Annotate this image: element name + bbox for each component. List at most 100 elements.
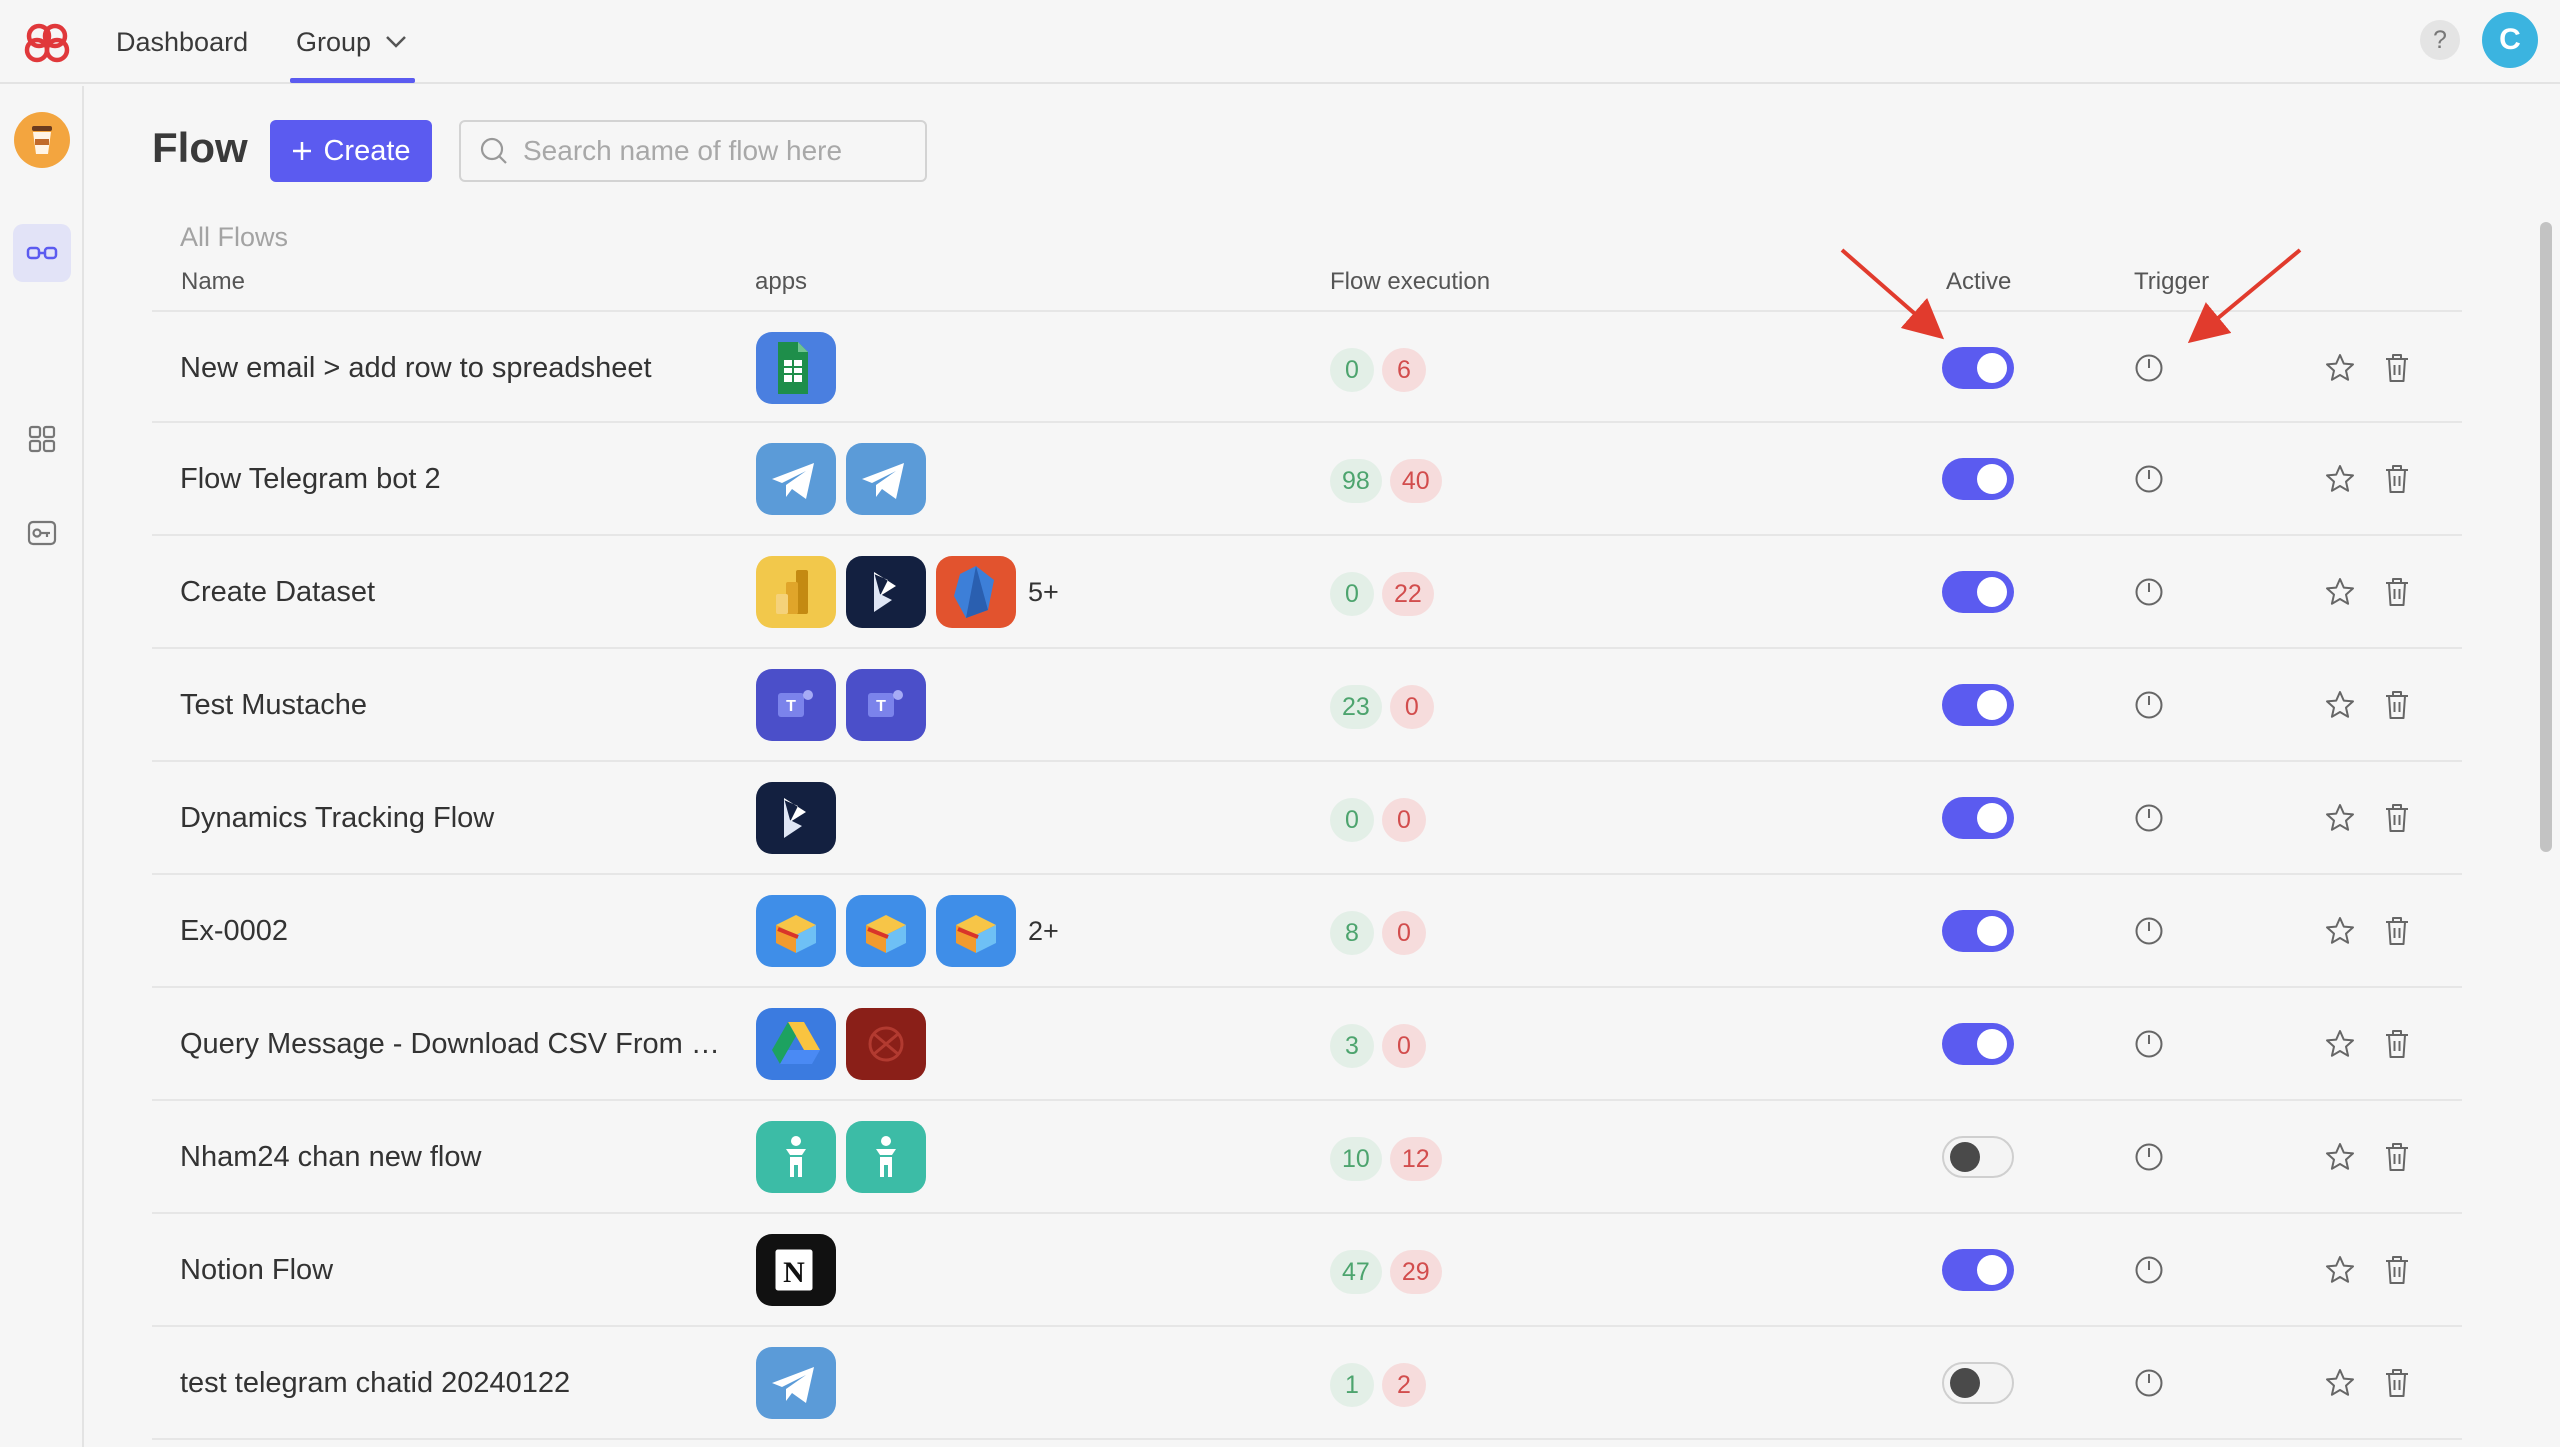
- star-icon[interactable]: [2324, 352, 2356, 384]
- toggle-knob: [1977, 803, 2007, 833]
- flow-name[interactable]: Create Dataset: [180, 536, 720, 649]
- workspace-avatar[interactable]: [14, 112, 70, 168]
- trash-icon[interactable]: [2382, 1028, 2412, 1060]
- help-button[interactable]: ?: [2420, 20, 2460, 60]
- nham24-icon: [846, 1121, 926, 1193]
- toggle-knob: [1977, 690, 2007, 720]
- flow-apps: 5+: [756, 556, 1059, 628]
- flow-execution: 98 40: [1330, 459, 1442, 503]
- active-toggle[interactable]: [1942, 1249, 2014, 1291]
- active-toggle[interactable]: [1942, 571, 2014, 613]
- nav-dashboard[interactable]: Dashboard: [116, 22, 248, 62]
- flow-apps: [756, 1121, 926, 1193]
- flow-execution: 47 29: [1330, 1250, 1442, 1294]
- trash-icon[interactable]: [2382, 352, 2412, 384]
- create-flow-button[interactable]: Create: [270, 120, 432, 182]
- search-input[interactable]: [523, 135, 923, 167]
- toggle-knob: [1950, 1368, 1980, 1398]
- nav-group-label: Group: [296, 27, 372, 57]
- trash-icon[interactable]: [2382, 1254, 2412, 1286]
- trash-icon[interactable]: [2382, 463, 2412, 495]
- flow-table: New email > add row to spreadsheet 0 6 Flow…: [152, 310, 2462, 1440]
- flow-name[interactable]: Ex-0002: [180, 875, 720, 988]
- star-icon[interactable]: [2324, 1367, 2356, 1399]
- star-icon[interactable]: [2324, 463, 2356, 495]
- active-toggle[interactable]: [1942, 797, 2014, 839]
- star-icon[interactable]: [2324, 802, 2356, 834]
- flow-name[interactable]: New email > add row to spreadsheet: [180, 312, 720, 425]
- nav-group[interactable]: Group: [296, 22, 407, 62]
- table-row[interactable]: test telegram chatid 20240122 1 2: [152, 1327, 2462, 1440]
- flow-name[interactable]: Notion Flow: [180, 1214, 720, 1327]
- column-header-active: Active: [1946, 268, 2012, 295]
- table-row[interactable]: Notion Flow N 47 29: [152, 1214, 2462, 1327]
- flow-name[interactable]: Nham24 chan new flow: [180, 1101, 720, 1214]
- flow-name[interactable]: test telegram chatid 20240122: [180, 1327, 720, 1440]
- more-apps-count: 5+: [1028, 576, 1059, 607]
- table-row[interactable]: Query Message - Download CSV From D... 3 0: [152, 988, 2462, 1101]
- toggle-knob: [1977, 577, 2007, 607]
- star-icon[interactable]: [2324, 1141, 2356, 1173]
- google-sheets-icon: [756, 332, 836, 404]
- star-icon[interactable]: [2324, 1028, 2356, 1060]
- trigger-clock-icon[interactable]: [2134, 1142, 2164, 1172]
- flow-name[interactable]: Test Mustache: [180, 649, 720, 762]
- table-row[interactable]: New email > add row to spreadsheet 0 6: [152, 310, 2462, 423]
- flow-execution: 10 12: [1330, 1137, 1442, 1181]
- active-toggle[interactable]: [1942, 1362, 2014, 1404]
- sidebar-item-flows[interactable]: [13, 224, 71, 282]
- svg-text:N: N: [783, 1256, 805, 1289]
- flow-name[interactable]: Query Message - Download CSV From D...: [180, 988, 720, 1101]
- table-row[interactable]: Nham24 chan new flow 10 12: [152, 1101, 2462, 1214]
- trigger-clock-icon[interactable]: [2134, 353, 2164, 383]
- trigger-clock-icon[interactable]: [2134, 803, 2164, 833]
- active-toggle[interactable]: [1942, 1023, 2014, 1065]
- user-avatar[interactable]: C: [2482, 12, 2538, 68]
- trash-icon[interactable]: [2382, 802, 2412, 834]
- active-toggle[interactable]: [1942, 458, 2014, 500]
- success-count-badge: 0: [1330, 798, 1374, 842]
- trigger-clock-icon[interactable]: [2134, 690, 2164, 720]
- toggle-knob: [1950, 1142, 1980, 1172]
- trigger-clock-icon[interactable]: [2134, 577, 2164, 607]
- star-icon[interactable]: [2324, 1254, 2356, 1286]
- active-toggle[interactable]: [1942, 1136, 2014, 1178]
- success-count-badge: 10: [1330, 1137, 1382, 1181]
- trigger-clock-icon[interactable]: [2134, 1368, 2164, 1398]
- table-row[interactable]: Create Dataset 5+ 0 22: [152, 536, 2462, 649]
- star-icon[interactable]: [2324, 576, 2356, 608]
- flow-apps: TT: [756, 669, 926, 741]
- search-field[interactable]: [459, 120, 927, 182]
- sidebar-item-keys[interactable]: [13, 504, 71, 562]
- active-toggle[interactable]: [1942, 910, 2014, 952]
- flow-apps: N: [756, 1234, 836, 1306]
- active-toggle[interactable]: [1942, 684, 2014, 726]
- trigger-clock-icon[interactable]: [2134, 916, 2164, 946]
- box-app-icon: [846, 895, 926, 967]
- app-logo-icon[interactable]: [20, 16, 74, 70]
- sidebar-item-apps[interactable]: [13, 410, 71, 468]
- trash-icon[interactable]: [2382, 1141, 2412, 1173]
- active-toggle[interactable]: [1942, 347, 2014, 389]
- flow-name[interactable]: Dynamics Tracking Flow: [180, 762, 720, 875]
- trash-icon[interactable]: [2382, 689, 2412, 721]
- table-row[interactable]: Ex-0002 2+ 8 0: [152, 875, 2462, 988]
- telegram-icon: [756, 443, 836, 515]
- trigger-clock-icon[interactable]: [2134, 1029, 2164, 1059]
- trigger-clock-icon[interactable]: [2134, 464, 2164, 494]
- trash-icon[interactable]: [2382, 1367, 2412, 1399]
- table-row[interactable]: Dynamics Tracking Flow 0 0: [152, 762, 2462, 875]
- table-row[interactable]: Flow Telegram bot 2 98 40: [152, 423, 2462, 536]
- failed-count-badge: 0: [1382, 911, 1426, 955]
- table-row[interactable]: Test Mustache T T 23 0: [152, 649, 2462, 762]
- flow-name[interactable]: Flow Telegram bot 2: [180, 423, 720, 536]
- trash-icon[interactable]: [2382, 576, 2412, 608]
- flow-apps: [756, 332, 836, 404]
- star-icon[interactable]: [2324, 915, 2356, 947]
- success-count-badge: 0: [1330, 348, 1374, 392]
- trash-icon[interactable]: [2382, 915, 2412, 947]
- star-icon[interactable]: [2324, 689, 2356, 721]
- scrollbar[interactable]: [2540, 222, 2552, 852]
- trigger-clock-icon[interactable]: [2134, 1255, 2164, 1285]
- nham24-icon: [756, 1121, 836, 1193]
